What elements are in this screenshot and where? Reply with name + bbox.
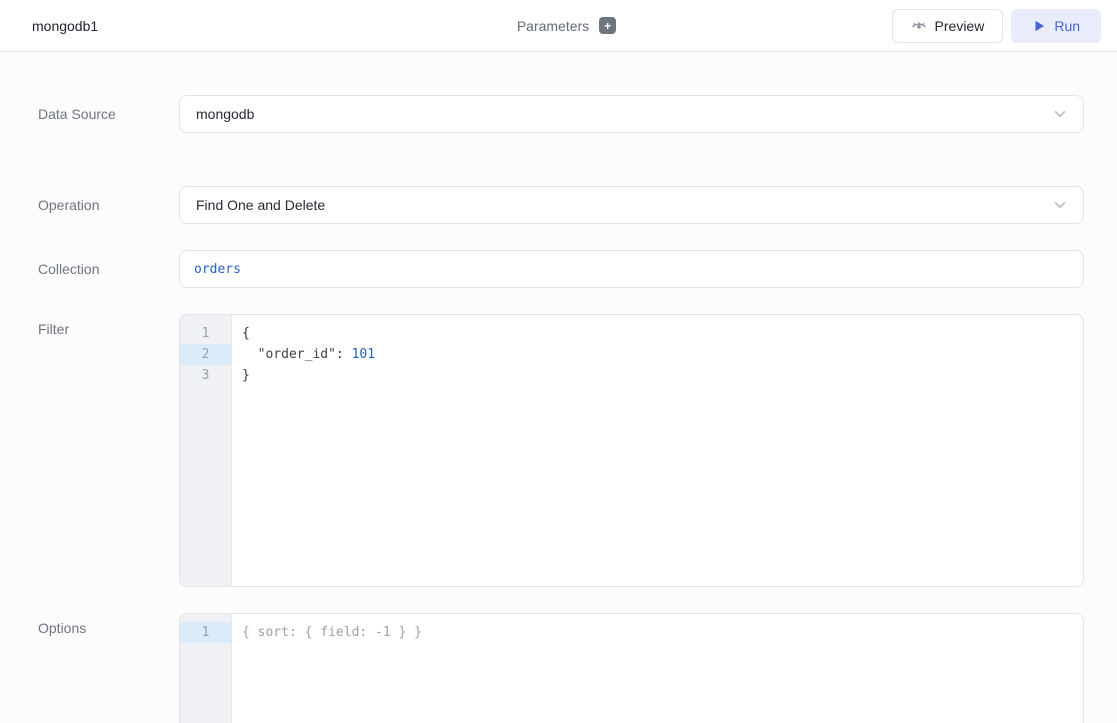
code-line[interactable] (242, 622, 1083, 643)
code-token: "order_id" (242, 347, 336, 362)
options-row: Options 1 { sort: { field: -1 } } (38, 613, 1084, 723)
line-number-gutter: 1 (180, 614, 232, 723)
options-label: Options (38, 613, 179, 636)
code-line[interactable]: "order_id": 101 (242, 344, 1083, 365)
operation-row: Operation Find One and Delete (38, 186, 1084, 224)
collection-value: orders (194, 262, 241, 277)
eye-icon (911, 18, 927, 34)
line-number: 1 (180, 323, 231, 344)
data-source-select[interactable]: mongodb (179, 95, 1084, 133)
line-number-gutter: 123 (180, 315, 232, 586)
add-parameter-button[interactable]: + (599, 17, 616, 34)
code-content[interactable]: { sort: { field: -1 } } (232, 614, 1083, 723)
collection-input[interactable]: orders (179, 250, 1084, 288)
line-number: 1 (180, 622, 231, 643)
parameters-label: Parameters (517, 18, 589, 34)
data-source-value: mongodb (196, 106, 1051, 122)
query-title: mongodb1 (32, 18, 98, 34)
code-token: } (242, 368, 250, 383)
code-content[interactable]: { "order_id": 101} (232, 315, 1083, 586)
line-number: 2 (180, 344, 231, 365)
chevron-down-icon (1051, 105, 1069, 123)
code-token: : (336, 347, 352, 362)
operation-label: Operation (38, 186, 179, 213)
operation-select[interactable]: Find One and Delete (179, 186, 1084, 224)
data-source-label: Data Source (38, 95, 179, 122)
run-button-label: Run (1054, 18, 1080, 34)
code-token: 101 (352, 347, 375, 362)
operation-value: Find One and Delete (196, 197, 1051, 213)
filter-row: Filter 123 { "order_id": 101} (38, 314, 1084, 587)
collection-label: Collection (38, 250, 179, 277)
filter-label: Filter (38, 314, 179, 337)
query-editor-form: Data Source mongodb Operation Find One a… (0, 52, 1117, 723)
code-token: { (242, 326, 250, 341)
plus-icon: + (604, 20, 611, 32)
preview-button[interactable]: Preview (892, 9, 1004, 43)
code-line[interactable]: { (242, 323, 1083, 344)
collection-row: Collection orders (38, 250, 1084, 288)
preview-button-label: Preview (935, 18, 985, 34)
filter-code-editor[interactable]: 123 { "order_id": 101} (179, 314, 1084, 587)
data-source-row: Data Source mongodb (38, 95, 1084, 133)
options-code-editor[interactable]: 1 { sort: { field: -1 } } (179, 613, 1084, 723)
play-icon (1032, 19, 1046, 33)
line-number: 3 (180, 365, 231, 386)
chevron-down-icon (1051, 196, 1069, 214)
code-line[interactable]: } (242, 365, 1083, 386)
top-bar: mongodb1 Parameters + Preview (0, 0, 1117, 52)
run-button[interactable]: Run (1011, 9, 1101, 43)
